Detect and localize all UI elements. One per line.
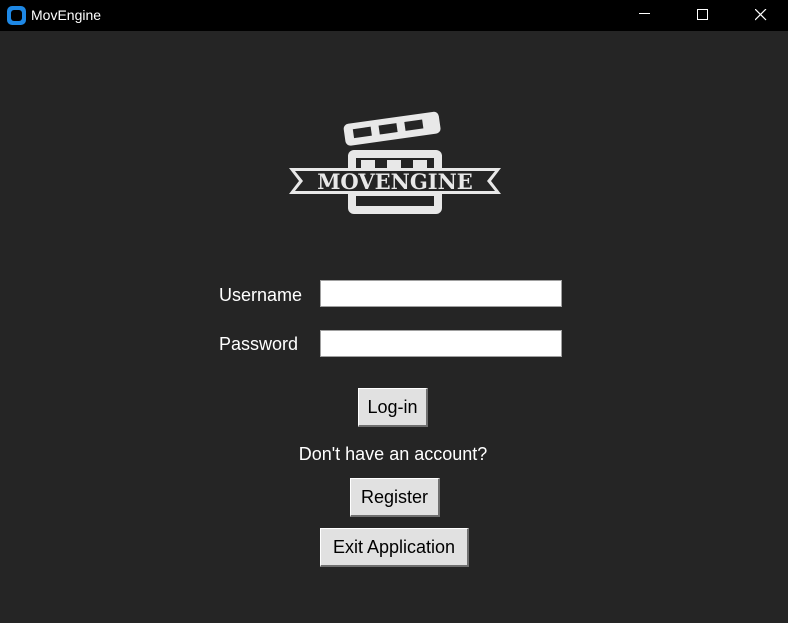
maximize-icon	[697, 9, 708, 20]
exit-application-button[interactable]: Exit Application	[320, 528, 469, 567]
maximize-button[interactable]	[680, 0, 726, 31]
logo-text: MOVENGINE	[317, 169, 473, 194]
app-window: MovEngine MOVENGINE Username Password Lo…	[0, 0, 788, 623]
app-icon	[7, 6, 26, 25]
password-label: Password	[219, 334, 299, 354]
title-bar[interactable]: MovEngine	[0, 0, 788, 31]
login-button[interactable]: Log-in	[358, 388, 428, 427]
username-label: Username	[219, 285, 303, 305]
minimize-icon	[639, 13, 650, 14]
register-button[interactable]: Register	[350, 478, 440, 517]
minimize-button[interactable]	[622, 0, 668, 31]
close-button[interactable]	[738, 0, 784, 31]
username-input[interactable]	[320, 280, 562, 307]
no-account-prompt: Don't have an account?	[298, 444, 488, 464]
window-title: MovEngine	[31, 7, 102, 23]
clapperboard-icon	[343, 111, 442, 214]
password-input[interactable]	[320, 330, 562, 357]
close-icon	[755, 9, 767, 21]
movengine-logo: MOVENGINE	[289, 111, 501, 214]
